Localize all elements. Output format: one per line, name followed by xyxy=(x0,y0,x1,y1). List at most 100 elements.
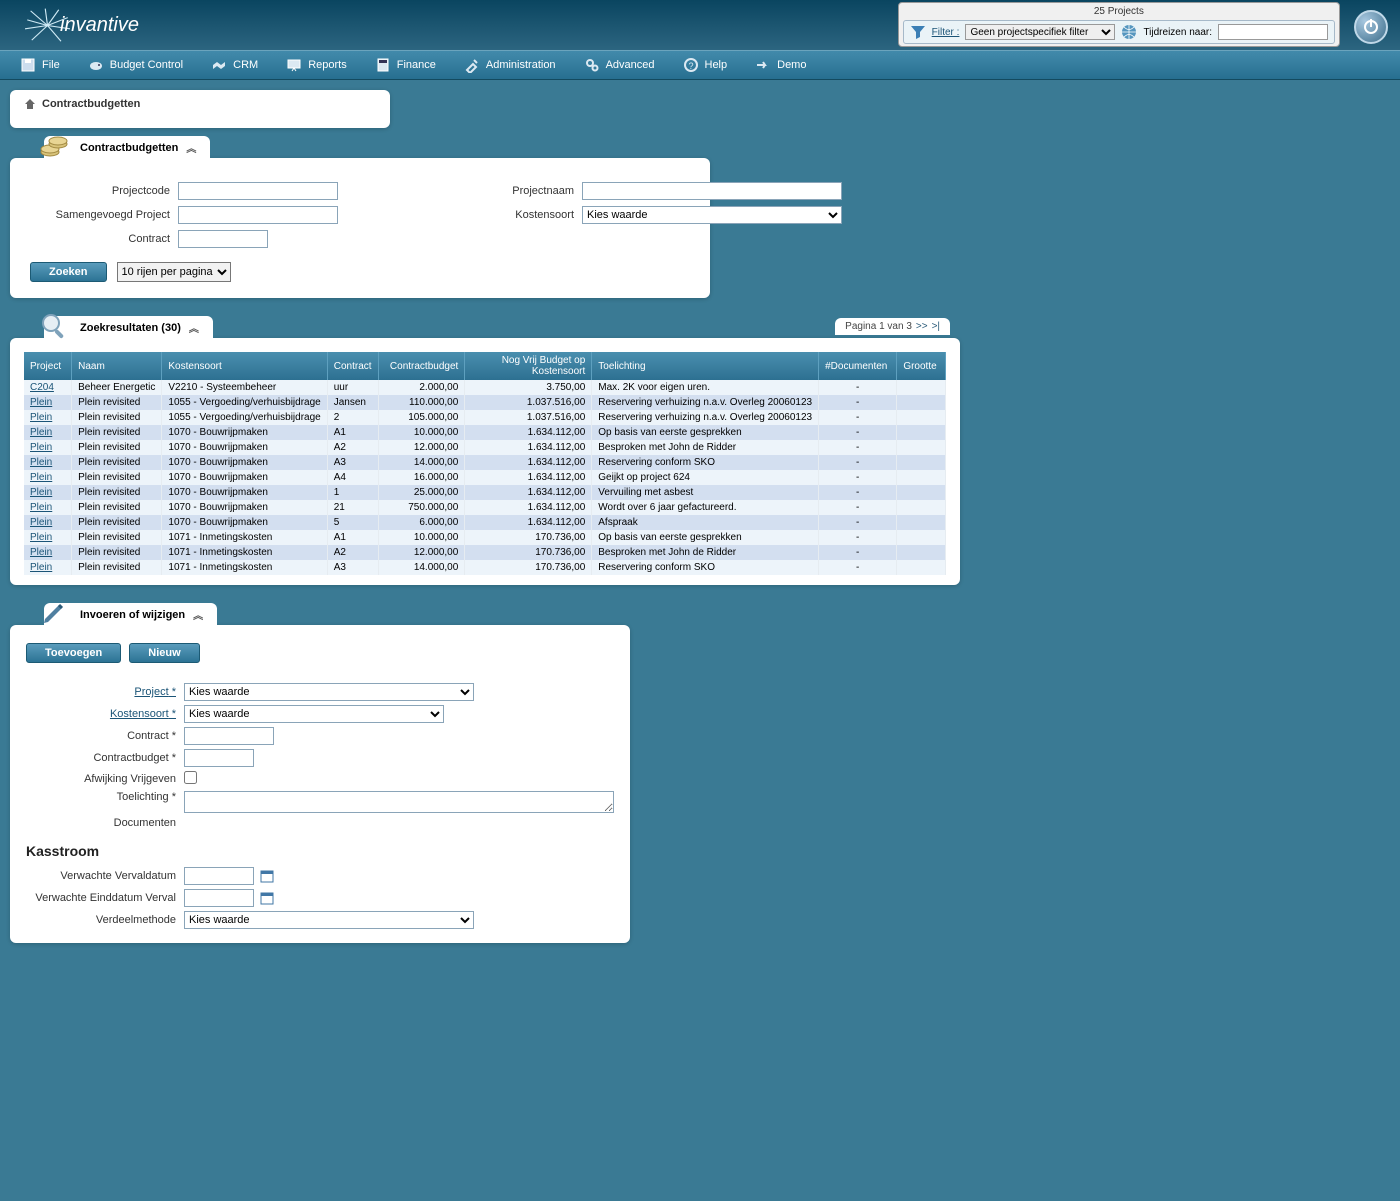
power-button[interactable] xyxy=(1354,10,1388,44)
cell-vrij: 1.634.112,00 xyxy=(465,500,592,515)
col-project[interactable]: Project xyxy=(24,352,72,380)
textarea-toelichting[interactable] xyxy=(184,791,614,813)
table-row[interactable]: PleinPlein revisited1070 - Bouwrijpmaken… xyxy=(24,440,946,455)
input-edit-contract[interactable] xyxy=(184,727,274,745)
chevron-up-icon: ︽ xyxy=(193,607,203,622)
select-edit-project[interactable]: Kies waarde xyxy=(184,683,474,701)
cell-project: Plein xyxy=(24,485,72,500)
calendar-icon[interactable] xyxy=(260,869,274,883)
project-link[interactable]: Plein xyxy=(30,472,52,483)
menu-file[interactable]: File xyxy=(6,50,74,80)
col-vrij[interactable]: Nog Vrij Budget op Kostensoort xyxy=(465,352,592,380)
col-naam[interactable]: Naam xyxy=(72,352,162,380)
add-button[interactable]: Toevoegen xyxy=(26,643,121,663)
project-link[interactable]: Plein xyxy=(30,517,52,528)
project-link[interactable]: C204 xyxy=(30,382,54,393)
cell-contractbudget: 105.000,00 xyxy=(378,410,465,425)
label-edit-project[interactable]: Project xyxy=(26,686,176,698)
select-kostensoort[interactable]: Kies waarde xyxy=(582,206,842,224)
menu-reports[interactable]: Reports xyxy=(272,50,361,80)
cell-contract: 2 xyxy=(327,410,378,425)
cell-toelichting: Afspraak xyxy=(592,515,819,530)
table-row[interactable]: PleinPlein revisited1070 - Bouwrijpmaken… xyxy=(24,470,946,485)
input-contract[interactable] xyxy=(178,230,268,248)
cell-documenten: - xyxy=(819,455,897,470)
next-page[interactable]: >> xyxy=(916,321,928,332)
cell-documenten: - xyxy=(819,380,897,395)
menu-help[interactable]: ?Help xyxy=(669,50,742,80)
col-documenten[interactable]: #Documenten xyxy=(819,352,897,380)
table-row[interactable]: PleinPlein revisited1055 - Vergoeding/ve… xyxy=(24,410,946,425)
input-vervaldatum[interactable] xyxy=(184,867,254,885)
menu-budget[interactable]: Budget Control xyxy=(74,50,197,80)
cell-kostensoort: 1070 - Bouwrijpmaken xyxy=(162,500,327,515)
edit-panel-tab[interactable]: Invoeren of wijzigen ︽ xyxy=(44,603,217,626)
menu-finance[interactable]: Finance xyxy=(361,50,450,80)
project-link[interactable]: Plein xyxy=(30,427,52,438)
project-link[interactable]: Plein xyxy=(30,412,52,423)
table-row[interactable]: PleinPlein revisited1070 - Bouwrijpmaken… xyxy=(24,515,946,530)
col-contract[interactable]: Contract xyxy=(327,352,378,380)
project-link[interactable]: Plein xyxy=(30,397,52,408)
cell-naam: Plein revisited xyxy=(72,425,162,440)
search-button[interactable]: Zoeken xyxy=(30,262,107,282)
table-row[interactable]: PleinPlein revisited1070 - Bouwrijpmaken… xyxy=(24,500,946,515)
project-link[interactable]: Plein xyxy=(30,487,52,498)
label-edit-kostensoort[interactable]: Kostensoort xyxy=(26,708,176,720)
table-row[interactable]: PleinPlein revisited1070 - Bouwrijpmaken… xyxy=(24,485,946,500)
table-row[interactable]: PleinPlein revisited1070 - Bouwrijpmaken… xyxy=(24,455,946,470)
menu-crm[interactable]: CRM xyxy=(197,50,272,80)
filter-panel-tab[interactable]: Contractbudgetten ︽ xyxy=(44,136,210,159)
project-link[interactable]: Plein xyxy=(30,457,52,468)
logo-text: invantive xyxy=(0,14,139,37)
menu-advanced[interactable]: Advanced xyxy=(570,50,669,80)
project-link[interactable]: Plein xyxy=(30,502,52,513)
col-contractbudget[interactable]: Contractbudget xyxy=(378,352,465,380)
cell-project: Plein xyxy=(24,545,72,560)
home-icon[interactable] xyxy=(24,98,36,110)
checkbox-afwijking[interactable] xyxy=(184,771,197,784)
cell-contract: A2 xyxy=(327,440,378,455)
col-toelichting[interactable]: Toelichting xyxy=(592,352,819,380)
table-row[interactable]: C204Beheer EnergeticV2210 - Systeembehee… xyxy=(24,380,946,395)
input-einddatum[interactable] xyxy=(184,889,254,907)
results-panel-tab[interactable]: Zoekresultaten (30) ︽ xyxy=(44,316,213,339)
cell-contract: A3 xyxy=(327,560,378,575)
table-row[interactable]: PleinPlein revisited1071 - Inmetingskost… xyxy=(24,545,946,560)
cell-grootte xyxy=(897,545,946,560)
menu-demo[interactable]: Demo xyxy=(741,50,820,80)
cell-toelichting: Vervuiling met asbest xyxy=(592,485,819,500)
label-verdeel: Verdeelmethode xyxy=(26,914,176,926)
label-projectcode: Projectcode xyxy=(30,185,170,197)
menu-admin[interactable]: Administration xyxy=(450,50,570,80)
calendar-icon[interactable] xyxy=(260,891,274,905)
project-link[interactable]: Plein xyxy=(30,442,52,453)
select-verdeel[interactable]: Kies waarde xyxy=(184,911,474,929)
label-samengevoegd: Samengevoegd Project xyxy=(30,209,170,221)
input-projectcode[interactable] xyxy=(178,182,338,200)
select-edit-kostensoort[interactable]: Kies waarde xyxy=(184,705,444,723)
filter-label[interactable]: Filter : xyxy=(932,27,960,38)
project-link[interactable]: Plein xyxy=(30,562,52,573)
table-row[interactable]: PleinPlein revisited1071 - Inmetingskost… xyxy=(24,560,946,575)
input-edit-contractbudget[interactable] xyxy=(184,749,254,767)
table-row[interactable]: PleinPlein revisited1055 - Vergoeding/ve… xyxy=(24,395,946,410)
cell-grootte xyxy=(897,440,946,455)
timetravel-input[interactable] xyxy=(1218,24,1328,40)
input-samengevoegd[interactable] xyxy=(178,206,338,224)
cell-vrij: 170.736,00 xyxy=(465,545,592,560)
new-button[interactable]: Nieuw xyxy=(129,643,199,663)
input-projectnaam[interactable] xyxy=(582,182,842,200)
col-grootte[interactable]: Grootte xyxy=(897,352,946,380)
filter-select[interactable]: Geen projectspecifiek filter xyxy=(965,24,1115,40)
cell-toelichting: Op basis van eerste gesprekken xyxy=(592,530,819,545)
rows-per-page-select[interactable]: 10 rijen per pagina xyxy=(117,262,231,282)
table-row[interactable]: PleinPlein revisited1071 - Inmetingskost… xyxy=(24,530,946,545)
col-kostensoort[interactable]: Kostensoort xyxy=(162,352,327,380)
project-link[interactable]: Plein xyxy=(30,532,52,543)
last-page[interactable]: >| xyxy=(932,321,940,332)
cell-contractbudget: 6.000,00 xyxy=(378,515,465,530)
cell-vrij: 1.037.516,00 xyxy=(465,410,592,425)
project-link[interactable]: Plein xyxy=(30,547,52,558)
table-row[interactable]: PleinPlein revisited1070 - Bouwrijpmaken… xyxy=(24,425,946,440)
